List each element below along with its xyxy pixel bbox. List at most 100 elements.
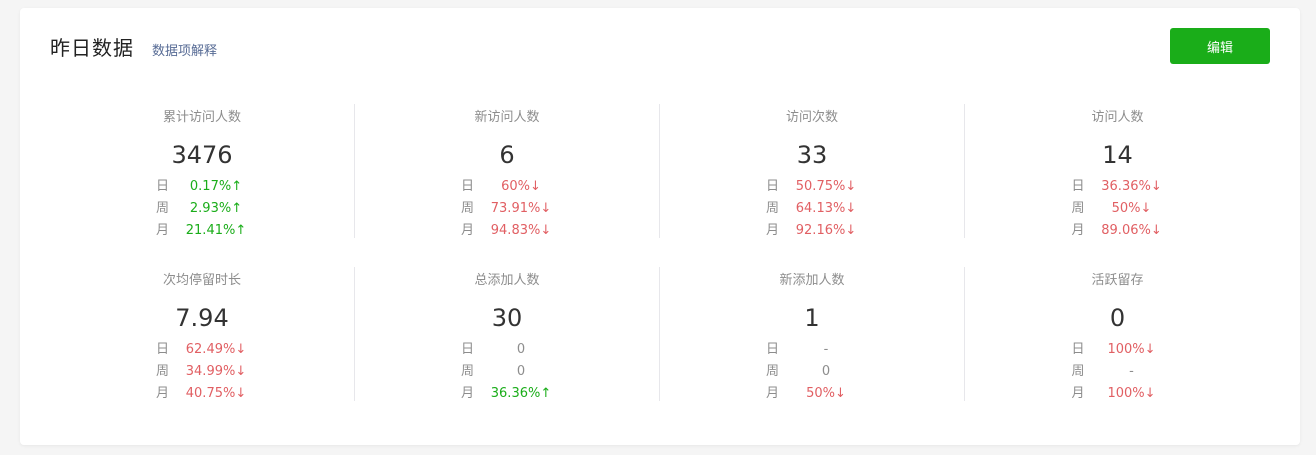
week-change: 34.99%↓ [185,364,247,379]
period-month-label: 月 [1071,386,1085,401]
day-change-line: 日 100%↓ [965,339,1270,361]
month-change-line: 月 92.16%↓ [660,220,964,242]
week-change: - [1129,364,1134,379]
month-change: 92.16%↓ [795,223,857,238]
period-week-label: 周 [156,201,170,216]
period-day-label: 日 [1071,179,1085,194]
day-change-line: 日 62.49%↓ [50,339,354,361]
week-change-line: 周 50%↓ [965,198,1270,220]
period-month-label: 月 [461,223,475,238]
day-change-line: 日0 [355,339,659,361]
period-week-label: 周 [1071,364,1085,379]
period-week-label: 周 [1071,201,1085,216]
period-day-label: 日 [766,342,780,357]
day-change-line: 日 36.36%↓ [965,176,1270,198]
metric-value: 6 [499,141,515,169]
day-change: 60%↓ [501,179,541,194]
week-change: 50%↓ [1111,201,1152,216]
metrics-grid: 累计访问人数 3476 日 0.17%↑ 周 2.93%↑ 月 21.41%↑ 新访问… [50,104,1270,430]
page-title: 昨日数据 [50,36,134,60]
day-change-line: 日 50.75%↓ [660,176,964,198]
period-month-label: 月 [766,386,780,401]
metric-value: 30 [491,304,523,332]
week-change-line: 周- [965,361,1270,383]
period-month-label: 月 [766,223,780,238]
period-week-label: 周 [156,364,170,379]
day-change: 0 [516,342,526,357]
metric-visitors: 访问人数 14 日 36.36%↓ 周 50%↓ 月 89.06%↓ [965,104,1270,238]
period-day-label: 日 [156,342,170,357]
month-change-line: 月 100%↓ [965,383,1270,405]
day-change-line: 日 60%↓ [355,176,659,198]
metric-visits: 访问次数 33 日 50.75%↓ 周 64.13%↓ 月 92.16%↓ [660,104,965,238]
period-day-label: 日 [766,179,780,194]
period-month-label: 月 [461,386,475,401]
metric-value: 14 [1102,141,1133,169]
month-change-line: 月 94.83%↓ [355,220,659,242]
day-change-line: 日- [660,339,964,361]
yesterday-data-card: 昨日数据 数据项解释 编辑 累计访问人数 3476 日 0.17%↑ 周 2.93%… [20,8,1300,445]
week-change-line: 周 73.91%↓ [355,198,659,220]
metric-value: 33 [796,141,828,169]
week-change-line: 周0 [355,361,659,383]
metric-total-adds: 总添加人数 30 日0 周0 月 36.36%↑ [355,267,660,401]
day-change: - [823,342,829,357]
metric-value: 7.94 [175,304,229,332]
period-week-label: 周 [461,364,475,379]
metric-label: 访问次数 [785,110,838,125]
day-change: 100%↓ [1107,342,1156,357]
metric-active-retention: 活跃留存 0 日 100%↓ 周- 月 100%↓ [965,267,1270,401]
week-change-line: 周0 [660,361,964,383]
week-change-line: 周 34.99%↓ [50,361,354,383]
metric-value: 3476 [171,141,233,169]
month-change: 100%↓ [1107,386,1156,401]
month-change: 89.06%↓ [1101,223,1162,238]
week-change-line: 周 64.13%↓ [660,198,964,220]
month-change-line: 月 50%↓ [660,383,964,405]
metric-cumulative-visitors: 累计访问人数 3476 日 0.17%↑ 周 2.93%↑ 月 21.41%↑ [50,104,355,238]
period-week-label: 周 [766,201,780,216]
month-change: 21.41%↑ [185,223,247,238]
month-change: 36.36%↑ [490,386,552,401]
month-change-line: 月 21.41%↑ [50,220,354,242]
week-change: 0 [821,364,831,379]
edit-button[interactable]: 编辑 [1170,28,1270,64]
month-change: 50%↓ [806,386,846,401]
period-day-label: 日 [461,342,475,357]
period-month-label: 月 [156,386,170,401]
day-change: 50.75%↓ [795,179,857,194]
metric-label: 新添加人数 [779,273,845,288]
metric-avg-stay-duration: 次均停留时长 7.94 日 62.49%↓ 周 34.99%↓ 月 40.75%↓ [50,267,355,401]
metric-value: 1 [804,304,820,332]
week-change: 73.91%↓ [490,201,552,216]
period-day-label: 日 [156,179,170,194]
data-explain-link[interactable]: 数据项解释 [152,40,217,59]
month-change-line: 月 36.36%↑ [355,383,659,405]
period-week-label: 周 [461,201,475,216]
metric-label: 累计访问人数 [162,110,241,125]
week-change: 64.13%↓ [795,201,857,216]
month-change-line: 月 40.75%↓ [50,383,354,405]
metric-label: 新访问人数 [474,110,540,125]
day-change: 62.49%↓ [185,342,247,357]
day-change: 0.17%↑ [189,179,243,194]
metric-new-visitors: 新访问人数 6 日 60%↓ 周 73.91%↓ 月 94.83%↓ [355,104,660,238]
card-header: 昨日数据 数据项解释 [50,32,217,61]
period-month-label: 月 [156,223,170,238]
week-change: 2.93%↑ [189,201,243,216]
week-change-line: 周 2.93%↑ [50,198,354,220]
metric-label: 次均停留时长 [162,273,241,288]
day-change: 36.36%↓ [1101,179,1162,194]
period-day-label: 日 [1071,342,1085,357]
period-month-label: 月 [1071,223,1085,238]
period-day-label: 日 [461,179,475,194]
week-change: 0 [516,364,526,379]
metric-label: 总添加人数 [474,273,540,288]
metrics-row-2: 次均停留时长 7.94 日 62.49%↓ 周 34.99%↓ 月 40.75%↓ 总… [50,267,1270,401]
metric-label: 访问人数 [1091,110,1144,125]
month-change: 94.83%↓ [490,223,552,238]
month-change-line: 月 89.06%↓ [965,220,1270,242]
metric-new-adds: 新添加人数 1 日- 周0 月 50%↓ [660,267,965,401]
month-change: 40.75%↓ [185,386,247,401]
metric-label: 活跃留存 [1091,273,1144,288]
